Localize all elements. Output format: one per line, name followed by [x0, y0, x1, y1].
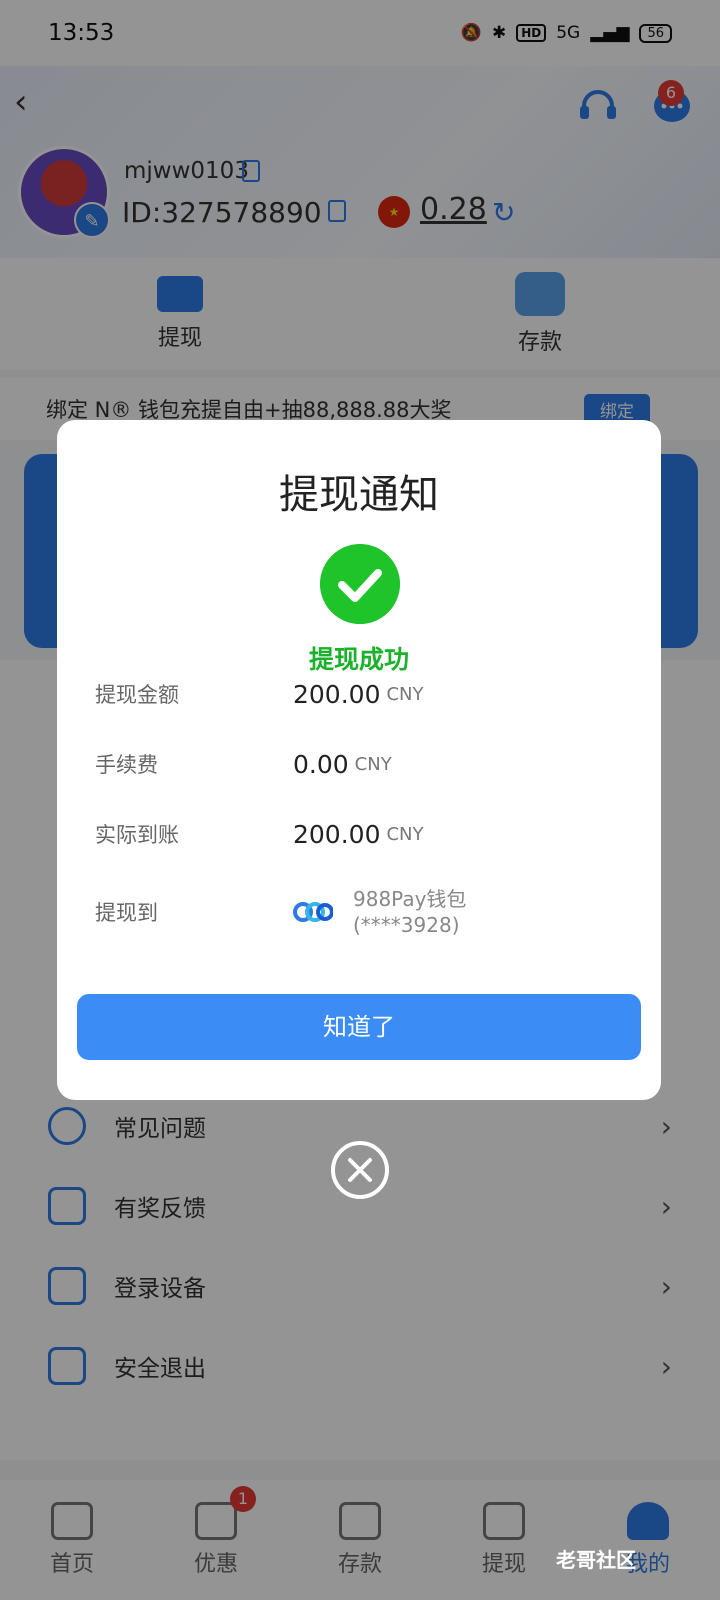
detail-row-received: 实际到账 200.00 CNY — [95, 814, 635, 854]
success-check-icon — [320, 544, 400, 624]
detail-row-amount: 提现金额 200.00 CNY — [95, 674, 635, 714]
dialog-title: 提现通知 — [279, 472, 439, 518]
detail-currency: CNY — [386, 683, 424, 705]
detail-label: 提现金额 — [95, 683, 179, 707]
wallet-account: (****3928) — [353, 913, 460, 937]
detail-currency: CNY — [386, 823, 424, 845]
withdraw-status: 提现成功 — [308, 645, 409, 674]
destination-wallet: 988Pay钱包 (****3928) — [353, 886, 466, 938]
detail-currency: CNY — [354, 753, 392, 775]
close-dialog-icon[interactable] — [330, 1140, 390, 1200]
watermark-text: 老哥社区 — [556, 1548, 636, 1572]
detail-label: 手续费 — [95, 753, 158, 777]
ok-button[interactable]: 知道了 — [77, 994, 641, 1060]
withdraw-notice-dialog: 提现通知 提现成功 提现金额 200.00 CNY 手续费 0.00 CNY 实… — [57, 420, 661, 1100]
detail-label: 实际到账 — [95, 823, 179, 847]
detail-value: 200.00 — [293, 679, 381, 709]
detail-value: 200.00 — [293, 819, 381, 849]
988pay-logo-icon — [293, 902, 333, 922]
detail-value: 0.00 — [293, 749, 349, 779]
wallet-name: 988Pay钱包 — [353, 887, 467, 911]
detail-row-fee: 手续费 0.00 CNY — [95, 744, 635, 784]
detail-label: 提现到 — [95, 901, 158, 925]
detail-row-destination: 提现到 988Pay钱包 (****3928) — [95, 882, 635, 942]
